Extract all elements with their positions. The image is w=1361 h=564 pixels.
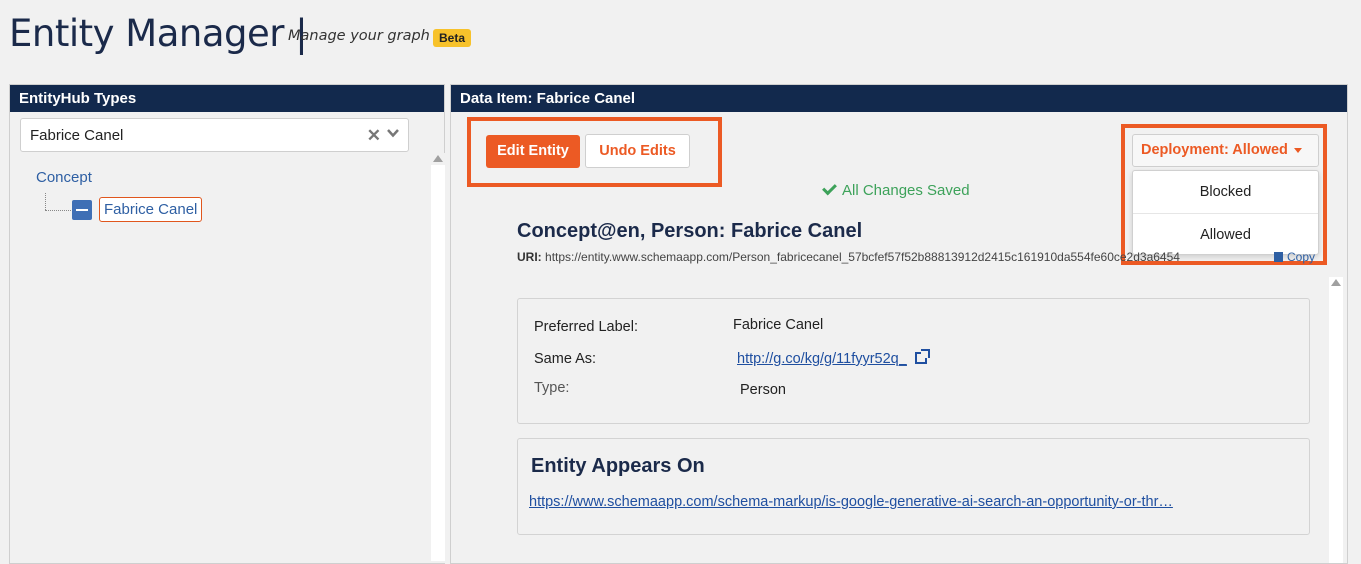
appears-on-title: Entity Appears On [531, 455, 705, 477]
external-link-icon[interactable] [914, 349, 930, 364]
entity-types-panel: EntityHub Types Fabrice Canel ✕ Concept … [9, 84, 445, 564]
copy-icon [1274, 252, 1283, 262]
data-item-heading: Data Item: Fabrice Canel [451, 85, 1347, 112]
data-item-panel: Data Item: Fabrice Canel Edit Entity Und… [450, 84, 1348, 564]
copy-uri-button[interactable]: Copy [1274, 250, 1315, 264]
entity-search-value: Fabrice Canel [30, 127, 124, 144]
tree-node-fabrice-canel[interactable]: Fabrice Canel [99, 197, 203, 222]
tree-connector [45, 193, 46, 210]
copy-label: Copy [1287, 250, 1316, 264]
appears-on-card: Entity Appears On https://www.schemaapp.… [517, 438, 1310, 535]
app-header: Entity Manager | Manage your graph Beta [0, 0, 1361, 80]
uri-value: https://entity.www.schemaapp.com/Person_… [545, 250, 1180, 264]
entity-search-select[interactable]: Fabrice Canel ✕ [20, 118, 409, 152]
property-label: Same As: [534, 351, 597, 367]
check-icon [822, 180, 837, 196]
highlight-deployment [1121, 124, 1327, 265]
scroll-up-arrow-icon[interactable] [1331, 279, 1341, 286]
edit-entity-button[interactable]: Edit Entity [486, 135, 580, 168]
entity-types-heading: EntityHub Types [10, 85, 444, 112]
details-scrollbar[interactable] [1329, 277, 1343, 563]
scroll-track[interactable] [431, 165, 445, 561]
same-as-link-text[interactable]: http://g.co/kg/g/11fyyr52q_ [737, 351, 907, 367]
chevron-down-icon[interactable] [386, 126, 400, 140]
undo-edits-button[interactable]: Undo Edits [585, 134, 690, 168]
uri-label: URI: [517, 250, 542, 264]
properties-card: Preferred Label: Fabrice Canel Same As: … [517, 298, 1310, 424]
tree-scrollbar[interactable] [431, 153, 445, 563]
property-label: Type: [534, 380, 570, 396]
page-title: Entity Manager | [9, 12, 308, 55]
appears-on-link[interactable]: https://www.schemaapp.com/schema-markup/… [529, 494, 1217, 510]
tree-connector [45, 210, 71, 211]
property-value: Fabrice Canel [733, 317, 824, 333]
save-status: All Changes Saved [822, 180, 970, 199]
beta-badge: Beta [433, 29, 472, 47]
scroll-up-arrow-icon[interactable] [433, 155, 443, 162]
close-icon[interactable]: ✕ [367, 126, 381, 146]
collapse-icon[interactable] [72, 200, 92, 220]
property-label: Preferred Label: [534, 319, 638, 335]
save-status-text: All Changes Saved [842, 182, 970, 199]
tree-node-concept[interactable]: Concept [36, 169, 92, 186]
same-as-link[interactable]: http://g.co/kg/g/11fyyr52q_ [737, 349, 930, 367]
entity-uri: URI: https://entity.www.schemaapp.com/Pe… [517, 250, 1255, 266]
property-value: Person [740, 382, 786, 398]
entity-title: Concept@en, Person: Fabrice Canel [517, 220, 863, 242]
page-subtitle: Manage your graph [288, 28, 430, 44]
